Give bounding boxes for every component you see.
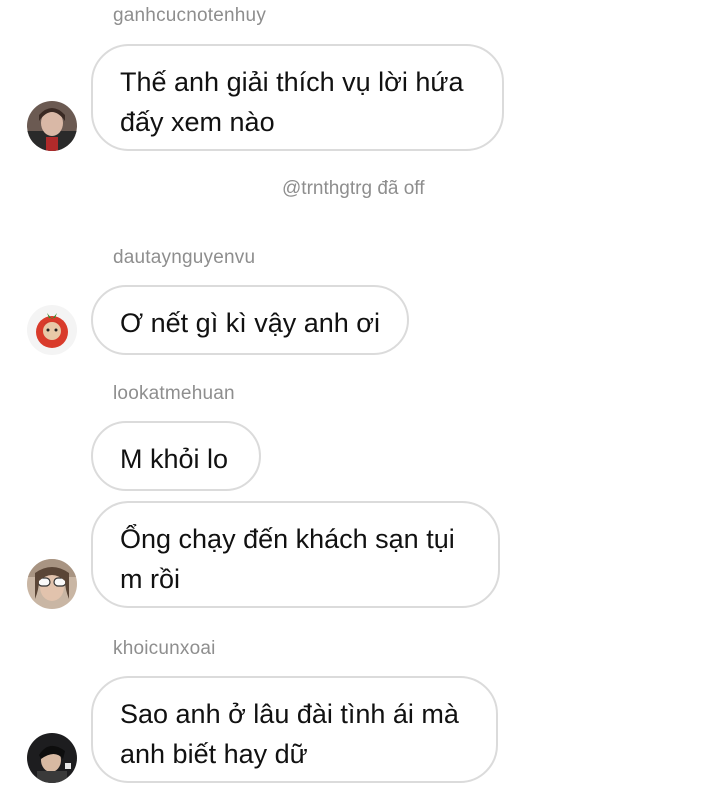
- message-line: Ổng chạy đến khách sạn tụi: [120, 524, 455, 554]
- message-username[interactable]: lookatmehuan: [113, 383, 235, 405]
- system-notice: @trnthgtrg đã off: [282, 178, 425, 199]
- avatar[interactable]: [27, 733, 77, 783]
- message-line: Thế anh giải thích vụ lời hứa: [120, 67, 464, 97]
- message-line: M khỏi lo: [120, 444, 229, 474]
- avatar[interactable]: [27, 101, 77, 151]
- avatar[interactable]: [27, 305, 77, 355]
- message-bubble[interactable]: Ổng chạy đến khách sạn tụi m rồi: [91, 501, 500, 608]
- message-username[interactable]: khoicunxoai: [113, 638, 216, 660]
- message-line: đấy xem nào: [120, 107, 275, 137]
- message-line: anh biết hay dữ: [120, 739, 308, 769]
- message-line: Ơ nết gì kì vậy anh ơi: [120, 308, 380, 338]
- message-bubble[interactable]: Thế anh giải thích vụ lời hứa đấy xem nà…: [91, 44, 504, 151]
- message-bubble[interactable]: M khỏi lo: [91, 421, 261, 491]
- message-username[interactable]: dautaynguyenvu: [113, 247, 255, 269]
- message-line: Sao anh ở lâu đài tình ái mà: [120, 699, 459, 729]
- message-bubble[interactable]: Ơ nết gì kì vậy anh ơi: [91, 285, 409, 355]
- avatar[interactable]: [27, 559, 77, 609]
- message-username[interactable]: ganhcucnotenhuy: [113, 5, 266, 27]
- message-line: m rồi: [120, 564, 180, 594]
- message-bubble[interactable]: Sao anh ở lâu đài tình ái mà anh biết ha…: [91, 676, 498, 783]
